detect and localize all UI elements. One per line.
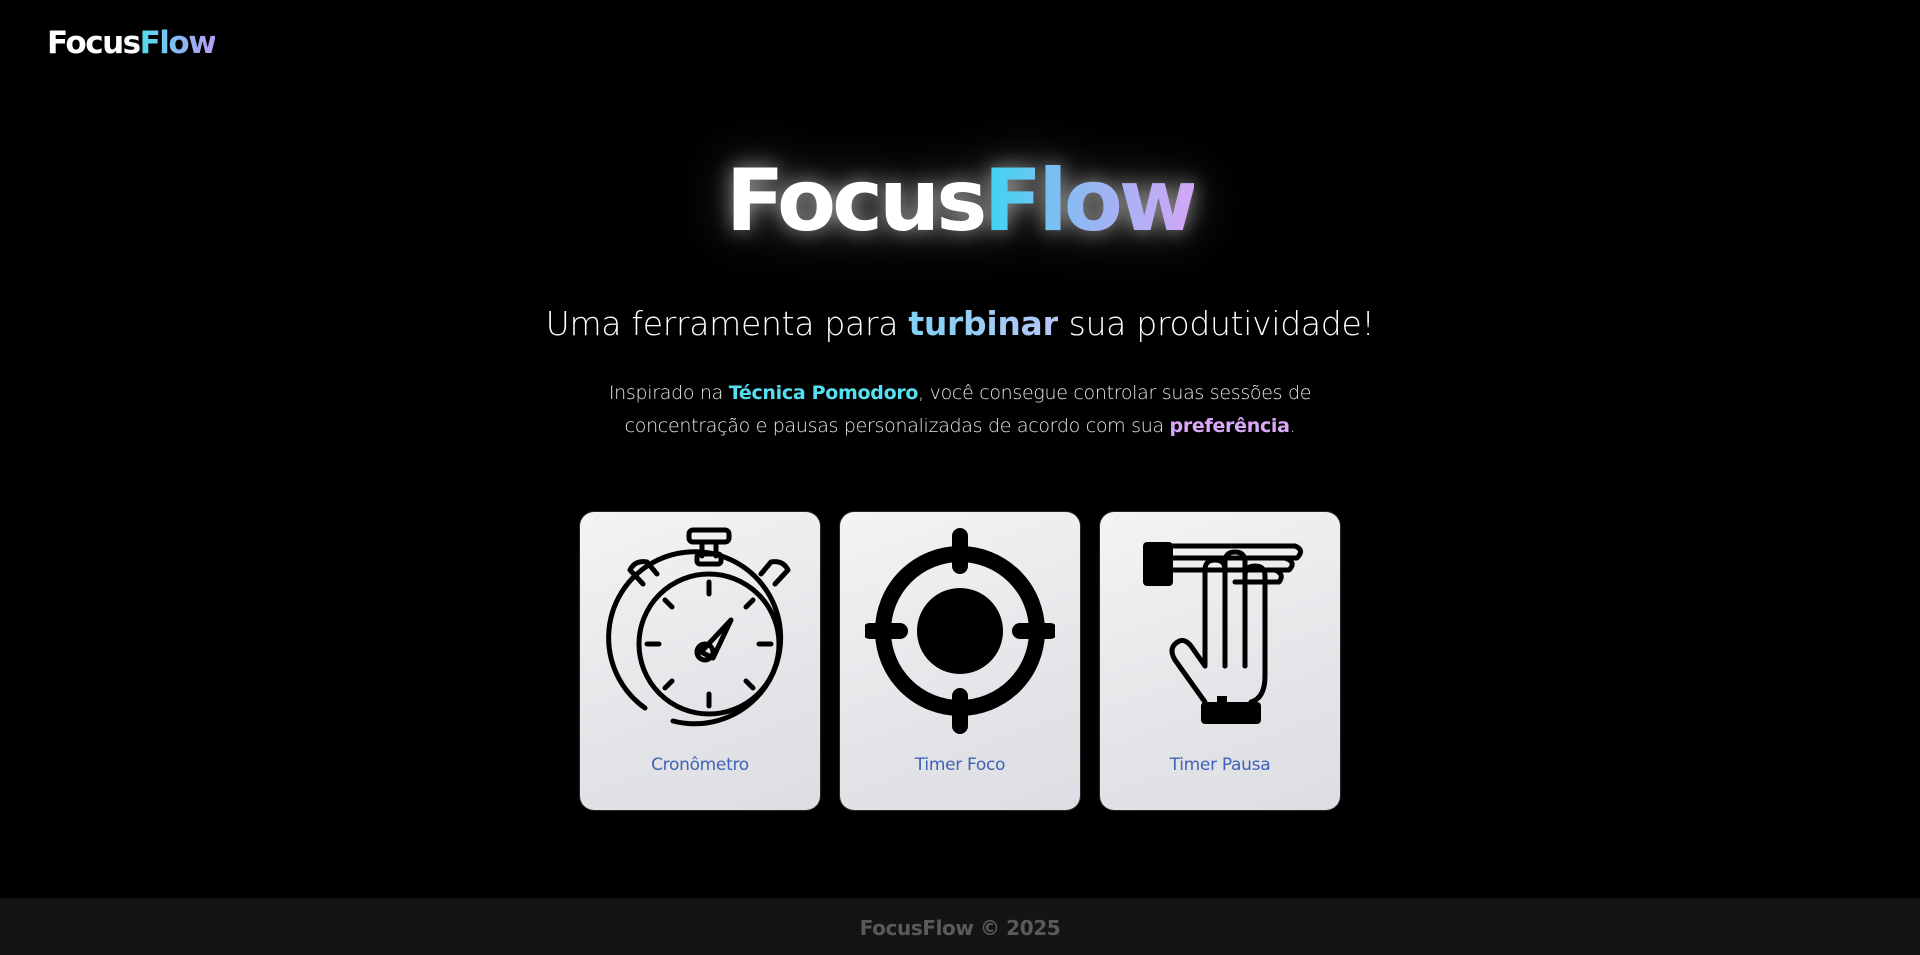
footer-copyright: FocusFlow © 2025 (859, 916, 1061, 940)
hero-subtitle: Uma ferramenta para turbinar sua produti… (0, 304, 1920, 344)
card-label: Timer Foco (914, 755, 1006, 775)
page: FocusFlow FocusFlow Uma ferramenta para … (0, 0, 1920, 955)
card-cronometro[interactable]: Cronômetro (580, 512, 820, 810)
desc-highlight-preferencia: preferência (1169, 415, 1290, 437)
subtitle-text-before: Uma ferramenta para (545, 304, 909, 343)
logo-text-flow: Flow (139, 25, 217, 61)
subtitle-text-after: sua produtividade! (1058, 304, 1375, 343)
hero-title: FocusFlow (0, 158, 1920, 244)
card-timer-foco[interactable]: Timer Foco (840, 512, 1080, 810)
desc-highlight-pomodoro: Técnica Pomodoro (728, 382, 919, 404)
crosshair-target-icon (865, 528, 1055, 734)
hero-description: Inspirado na Técnica Pomodoro, você cons… (560, 377, 1360, 443)
card-label: Timer Pausa (1169, 755, 1271, 775)
card-label: Cronômetro (651, 755, 749, 775)
logo-text-focus: Focus (47, 25, 141, 61)
card-timer-pausa[interactable]: Timer Pausa (1100, 512, 1340, 810)
footer: FocusFlow © 2025 (0, 898, 1920, 955)
stopwatch-icon (606, 527, 791, 727)
header-logo[interactable]: FocusFlow (47, 25, 217, 61)
hand-stop-icon (1143, 542, 1303, 724)
hero-title-flow: Flow (983, 151, 1198, 251)
subtitle-highlight: turbinar (908, 304, 1059, 343)
desc-text-after: . (1289, 415, 1296, 437)
hero-title-focus: Focus (725, 151, 988, 251)
feature-cards: Cronômetro Timer Foco Timer Pausa (580, 512, 1340, 810)
desc-text-before: Inspirado na (608, 382, 729, 404)
